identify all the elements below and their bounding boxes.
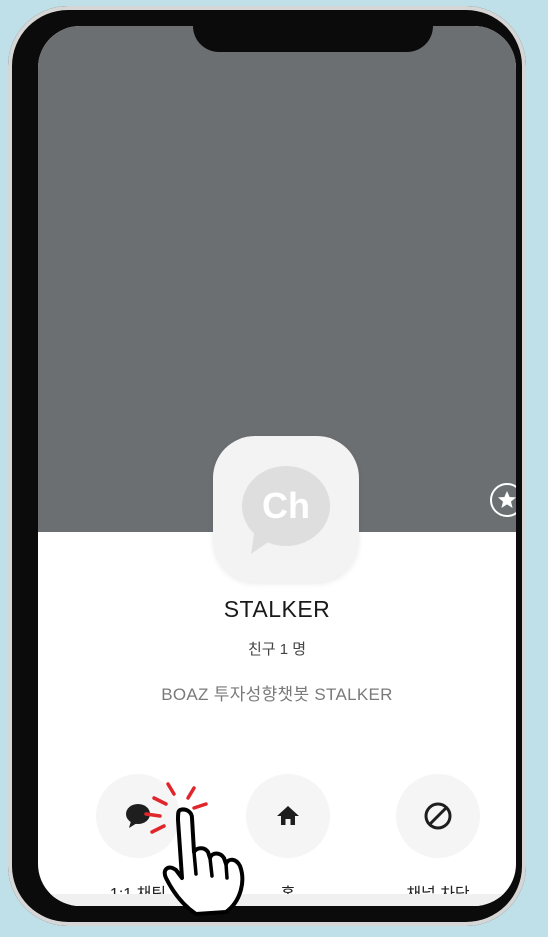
block-button-circle[interactable] xyxy=(396,774,480,858)
channel-avatar[interactable]: Ch xyxy=(213,436,359,582)
favorite-button[interactable] xyxy=(488,481,516,519)
screen: Ch STALKER 친구 1 명 BOAZ 투자성향챗봇 STALKER 1:… xyxy=(38,26,516,906)
star-icon xyxy=(490,483,516,517)
channel-description: BOAZ 투자성향챗봇 STALKER xyxy=(161,685,393,704)
phone-notch xyxy=(193,26,433,52)
block-icon xyxy=(424,802,452,830)
friend-count: 친구 1 명 xyxy=(247,641,307,658)
tap-marks xyxy=(144,782,208,834)
channel-logo-icon: Ch xyxy=(242,466,330,554)
phone-frame: Ch STALKER 친구 1 명 BOAZ 투자성향챗봇 STALKER 1:… xyxy=(8,6,526,926)
channel-logo-text: Ch xyxy=(262,485,310,526)
block-channel-button[interactable]: 채널 차단 xyxy=(378,774,498,904)
home-icon xyxy=(277,806,299,825)
tap-hand-icon xyxy=(144,782,245,916)
bottom-bar xyxy=(38,894,516,906)
channel-name: STALKER xyxy=(223,596,331,622)
